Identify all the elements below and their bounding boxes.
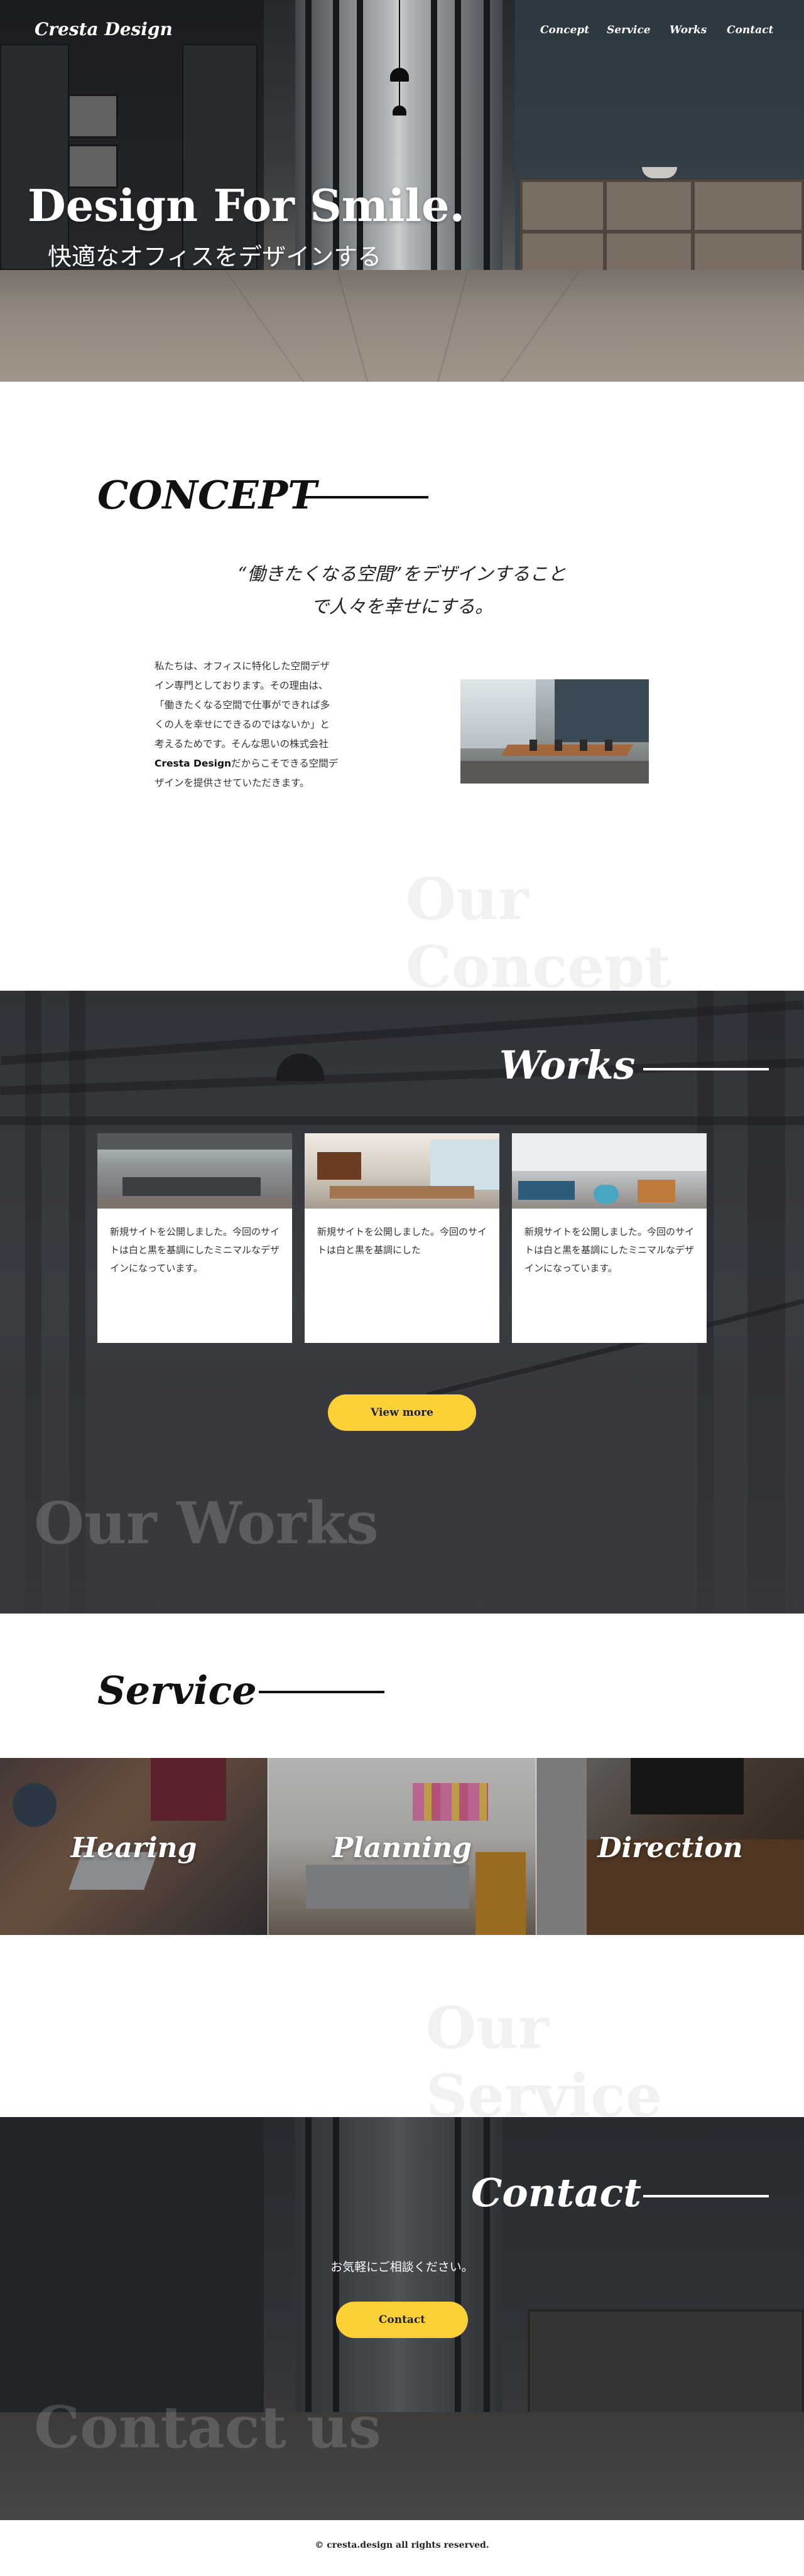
work-image-lounge [512,1133,707,1209]
work-card-3-text: 新規サイトを公開しました。今回のサイトは白と黒を基調にしたミニマルなデザインにな… [524,1226,695,1274]
hero-subtitle: 快適なオフィスをデザインする [48,243,382,271]
service-hearing-label: Hearing [70,1832,197,1864]
office-table [501,745,634,756]
service-title-line [259,1691,384,1693]
works-watermark: Our Works [34,1489,379,1557]
contact-button[interactable]: Contact [336,2302,468,2338]
contact-title: Contact [471,2170,641,2216]
office-wall [555,679,649,742]
concept-office-image [460,679,649,784]
work-card-3[interactable]: 新規サイトを公開しました。今回のサイトは白と黒を基調にしたミニマルなデザインにな… [512,1133,707,1343]
works-title-line [643,1068,769,1070]
footer-copyright: © cresta.design all rights reserved. [315,2540,489,2550]
concept-body-text: 私たちは、オフィスに特化した空間デザイン専門としております。その理由は、「働きた… [155,660,330,750]
service-hearing-panel[interactable]: Hearing [0,1758,268,1935]
concept-watermark: Our Concept [406,865,671,1001]
service-direction-panel[interactable]: Direction [536,1758,804,1935]
view-more-button[interactable]: View more [328,1394,476,1431]
work-card-2-text: 新規サイトを公開しました。今回のサイトは白と黒を基調にした [317,1226,487,1256]
site-logo[interactable]: Cresta Design [35,19,173,40]
works-title: Works [499,1042,636,1088]
concept-catch-line2: で人々を幸せにする。 [310,596,494,617]
ceiling [97,1133,292,1150]
service-planning-label: Planning [332,1832,472,1864]
service-planning-panel[interactable]: Planning [268,1758,536,1935]
contact-message: お気軽にご相談ください。 [330,2260,474,2274]
floor [97,1196,292,1209]
concept-title: CONCEPT [97,472,317,518]
office-chair [555,740,562,751]
stool [594,1185,619,1204]
contact-watermark: Contact us [34,2393,381,2461]
sofa [518,1181,575,1200]
work-card-1[interactable]: 新規サイトを公開しました。今回のサイトは白と黒を基調にしたミニマルなデザインにな… [97,1133,292,1343]
office-chair [530,740,537,751]
concept-catchphrase: “働きたくなる空間”をデザインすること で人々を幸せにする。 [188,558,616,623]
nav-link-service[interactable]: Service [607,24,651,36]
service-title: Service [97,1668,257,1713]
nav-link-contact[interactable]: Contact [727,24,773,36]
office-chair [605,740,612,751]
table [330,1186,474,1199]
nav-link-concept[interactable]: Concept [540,24,589,36]
office-window [460,679,536,748]
contact-title-line [643,2195,769,2197]
painting [317,1152,361,1180]
work-image-open-office [97,1133,292,1209]
work-image-meeting-room [305,1133,499,1209]
work-card-2[interactable]: 新規サイトを公開しました。今回のサイトは白と黒を基調にした [305,1133,499,1343]
site-header: Cresta Design Concept Service Works Cont… [0,0,804,60]
nav-link-works[interactable]: Works [670,24,707,36]
office-chair [580,740,587,751]
work-card-1-text: 新規サイトを公開しました。今回のサイトは白と黒を基調にしたミニマルなデザインにな… [110,1226,280,1274]
concept-body: 私たちは、オフィスに特化した空間デザイン専門としております。その理由は、「働きた… [155,657,339,793]
concept-title-line [304,496,428,498]
window [430,1140,499,1190]
office-floor [460,761,649,784]
concept-body-brand: Cresta Design [155,758,232,769]
concept-catch-line1: “働きたくなる空間”をデザインすること [237,563,567,585]
chair [638,1180,675,1202]
hero-title: Design For Smile. [28,180,465,232]
windows [512,1133,707,1171]
service-direction-label: Direction [597,1832,743,1864]
desks [122,1177,261,1196]
service-watermark: Our Service [426,1994,663,2130]
